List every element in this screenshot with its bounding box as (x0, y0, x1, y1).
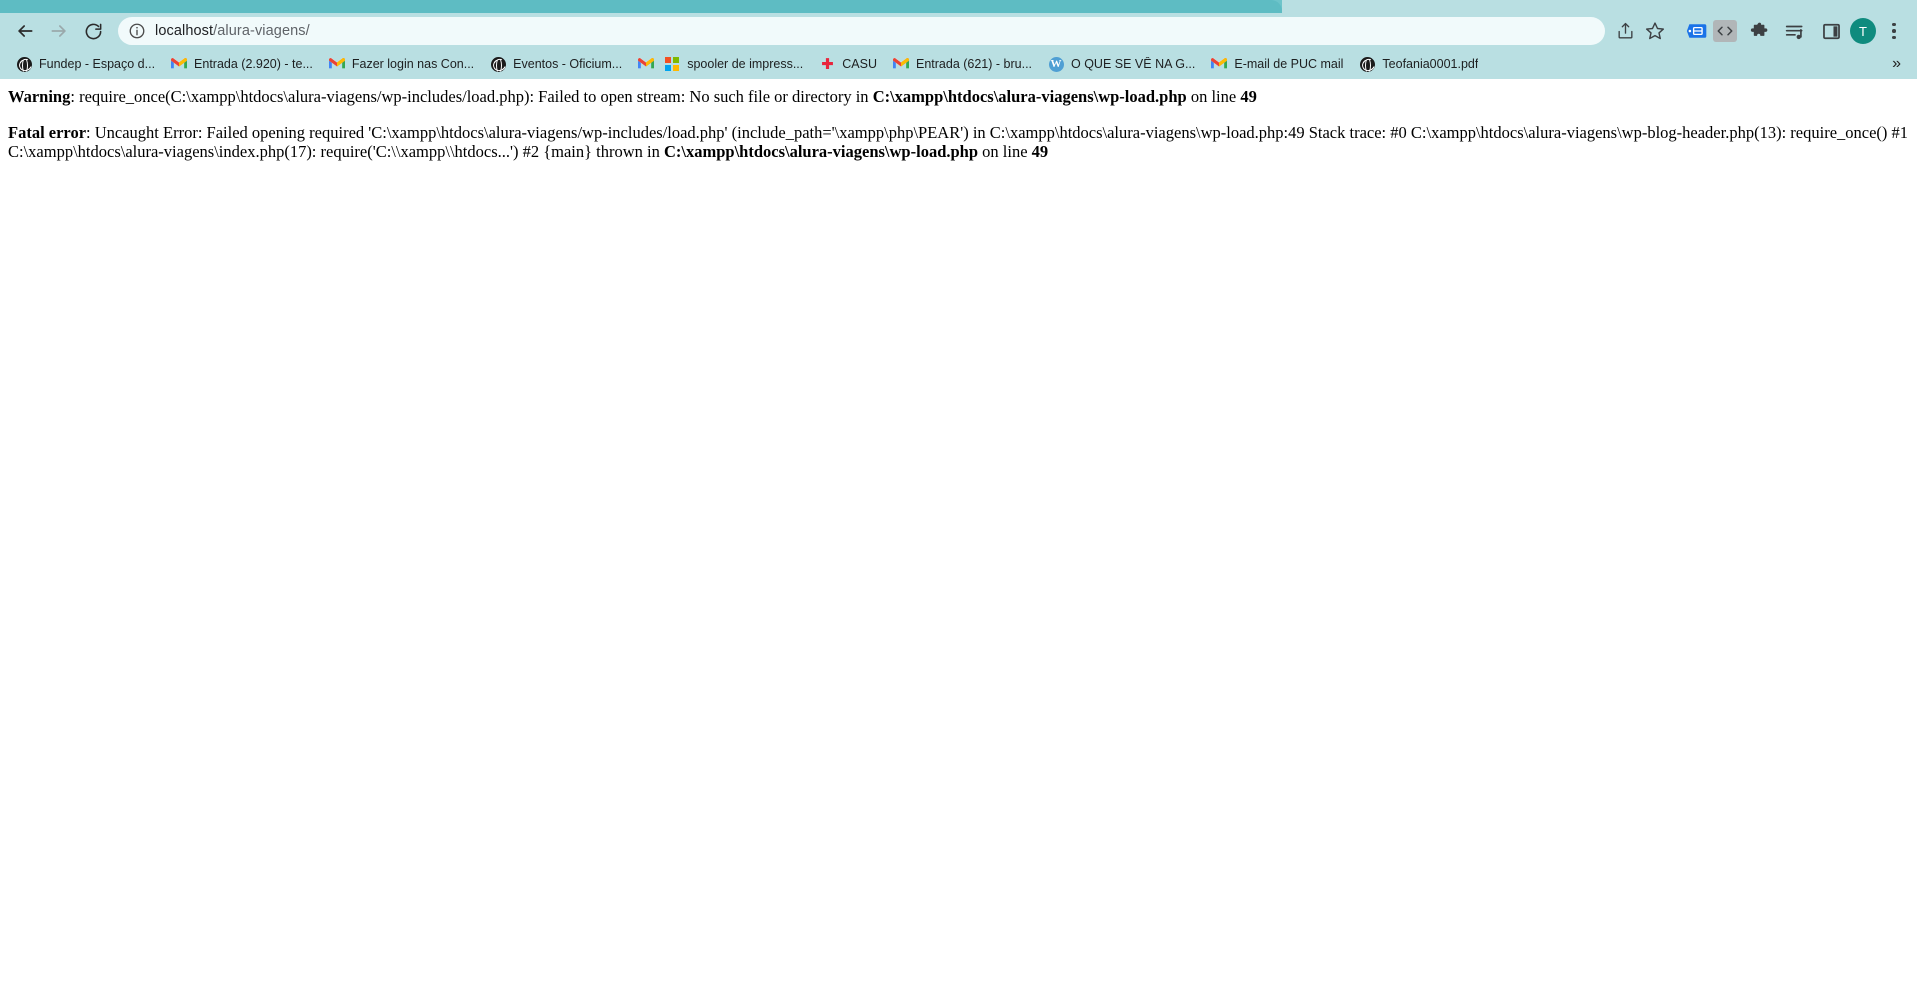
warning-body: : require_once(C:\xampp\htdocs\alura-via… (70, 87, 873, 106)
wordpress-icon: W (1048, 56, 1064, 72)
url-path: /alura-viagens/ (213, 23, 310, 39)
side-panel-icon (1822, 23, 1840, 39)
playlist-icon (1785, 25, 1803, 39)
bookmark-label: Eventos - Oficium... (513, 57, 623, 71)
tab-strip-empty-area[interactable] (1282, 0, 1917, 13)
kebab-dot (1892, 29, 1896, 33)
devtools-button[interactable] (1713, 20, 1737, 42)
gmail-icon (1211, 56, 1228, 72)
bookmark-label: E-mail de PUC mail (1234, 57, 1344, 71)
site-info-icon[interactable] (128, 22, 146, 40)
bookmark-label: Entrada (2.920) - te... (194, 57, 313, 71)
fatal-line-number: 49 (1031, 141, 1049, 161)
star-icon (1645, 22, 1665, 40)
tab-strip (0, 0, 1917, 13)
bookmark-item[interactable]: spooler de impress... (656, 52, 811, 76)
gmail-icon (171, 56, 188, 72)
bookmark-item[interactable]: Fundep - Espaço d... (8, 52, 163, 76)
collections-button[interactable] (1683, 17, 1711, 45)
page-viewport: Warning: require_once(C:\xampp\htdocs\al… (0, 79, 1917, 983)
warning-on-line: on line (1186, 87, 1241, 106)
browser-toolbar: localhost/alura-viagens/ T (0, 13, 1917, 49)
php-error-output: Warning: require_once(C:\xampp\htdocs\al… (0, 79, 1917, 161)
bookmark-item[interactable]: W O QUE SE VÊ NA G... (1040, 52, 1203, 76)
warning-file: C:\xampp\htdocs\alura-viagens\wp-load.ph… (872, 87, 1187, 106)
back-arrow-icon (18, 25, 33, 37)
bookmark-label: Entrada (621) - bru... (915, 57, 1033, 71)
forward-arrow-icon (51, 25, 66, 37)
gmail-icon (638, 56, 655, 72)
php-warning-message: Warning: require_once(C:\xampp\htdocs\al… (8, 87, 1909, 106)
bookmark-button[interactable] (1641, 17, 1669, 45)
bookmarks-overflow-button[interactable]: » (1882, 55, 1911, 73)
bookmark-label: Fundep - Espaço d... (39, 57, 156, 71)
fatal-label: Fatal error (8, 122, 87, 142)
globe-icon (490, 56, 506, 72)
warning-label: Warning (8, 87, 71, 106)
microsoft-icon (664, 56, 680, 72)
share-button[interactable] (1611, 17, 1639, 45)
bookmarks-bar: Fundep - Espaço d... Entrada (2.920) - t… (0, 49, 1917, 79)
bookmark-item[interactable]: Fazer login nas Con... (321, 52, 482, 76)
forward-button[interactable] (42, 14, 76, 48)
share-icon (1617, 22, 1633, 39)
extensions-button[interactable] (1745, 17, 1773, 45)
profile-avatar[interactable]: T (1850, 18, 1876, 44)
warning-line-number: 49 (1240, 87, 1257, 106)
php-fatal-error-message: Fatal error: Uncaught Error: Failed open… (8, 123, 1909, 161)
bookmark-item[interactable]: Entrada (621) - bru... (885, 52, 1040, 76)
back-button[interactable] (8, 14, 42, 48)
bookmark-label: CASU (842, 57, 877, 71)
globe-icon (16, 56, 32, 72)
bookmark-item[interactable]: CASU (811, 52, 885, 76)
url-host: localhost (155, 23, 214, 39)
casu-cross-icon (819, 56, 835, 72)
bookmark-item[interactable]: E-mail de PUC mail (1203, 52, 1351, 76)
reload-button[interactable] (76, 14, 110, 48)
bookmark-label: Fazer login nas Con... (351, 57, 475, 71)
bookmark-item[interactable]: Entrada (2.920) - te... (163, 52, 321, 76)
bookmark-label: Teofania0001.pdf (1382, 57, 1479, 71)
side-panel-button[interactable] (1817, 17, 1845, 45)
kebab-dot (1892, 35, 1896, 40)
puzzle-piece-icon (1750, 22, 1767, 36)
tab-active[interactable] (0, 0, 1282, 13)
bookmark-item[interactable] (630, 52, 656, 76)
reading-list-button[interactable] (1781, 17, 1809, 45)
reload-icon (85, 23, 101, 39)
bookmark-item[interactable]: Teofania0001.pdf (1351, 52, 1486, 76)
code-icon (1717, 26, 1733, 36)
fatal-on-line: on line (978, 141, 1032, 161)
bookmark-item[interactable]: Eventos - Oficium... (482, 52, 630, 76)
globe-icon (1359, 56, 1375, 72)
bookmark-label: O QUE SE VÊ NA G... (1071, 57, 1196, 71)
gmail-icon (328, 56, 345, 72)
browser-window: localhost/alura-viagens/ T Fundep - Espa… (0, 0, 1917, 983)
fatal-file: C:\xampp\htdocs\alura-viagens\wp-load.ph… (664, 141, 979, 161)
address-bar[interactable]: localhost/alura-viagens/ (118, 17, 1605, 45)
kebab-dot (1892, 22, 1896, 27)
url-text: localhost/alura-viagens/ (155, 23, 310, 39)
chrome-menu-button[interactable] (1881, 17, 1907, 45)
bookmark-label: spooler de impress... (687, 57, 804, 71)
tag-icon (1686, 24, 1707, 38)
toolbar-actions: T (1611, 17, 1907, 45)
gmail-icon (892, 56, 909, 72)
